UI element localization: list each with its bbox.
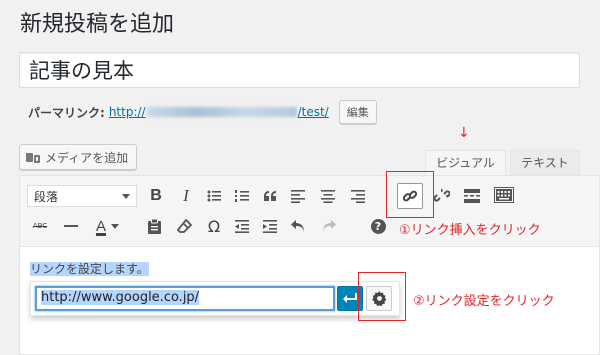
help-icon-label: ? <box>370 218 386 234</box>
bold-icon[interactable]: B <box>143 183 169 209</box>
toolbar-toggle-icon[interactable] <box>491 182 517 208</box>
paste-as-text-icon[interactable] <box>141 213 167 239</box>
annotation-step-1: ①リンク挿入をクリック <box>399 223 541 238</box>
link-url-value: http://www.google.co.jp/ <box>41 290 200 305</box>
editor-content[interactable]: リンクを設定します。 <box>30 260 149 277</box>
page-title: 新規投稿を追加 <box>20 12 175 37</box>
bullet-list-icon[interactable] <box>201 183 227 209</box>
italic-icon[interactable]: I <box>173 183 199 209</box>
redo-icon[interactable] <box>315 213 341 239</box>
tab-visual[interactable]: ビジュアル <box>425 150 506 175</box>
blurred-domain <box>146 107 297 117</box>
undo-icon[interactable] <box>285 213 311 239</box>
align-left-icon[interactable] <box>285 183 311 209</box>
text-color-dropdown-icon[interactable] <box>108 213 122 239</box>
read-more-icon[interactable] <box>459 183 485 209</box>
format-select-value: 段落 <box>34 189 59 204</box>
permalink-url-prefix: http:// <box>108 105 146 119</box>
selected-text: リンクを設定します。 <box>30 262 149 276</box>
inline-link-popup: http://www.google.co.jp/ <box>30 281 400 316</box>
annotation-arrow: ↓ <box>458 125 470 141</box>
annotation-box-link-button <box>386 171 434 218</box>
strikethrough-icon[interactable]: ABC <box>27 213 53 239</box>
blockquote-icon[interactable] <box>257 183 283 209</box>
media-icon <box>26 151 41 164</box>
chevron-down-icon <box>122 193 130 199</box>
post-title-input[interactable] <box>19 52 580 88</box>
outdent-icon[interactable] <box>229 213 255 239</box>
permalink-row: パーマリンク: http:// /test/ 編集 <box>28 100 377 124</box>
indent-icon[interactable] <box>257 213 283 239</box>
permalink-url-suffix: /test/ <box>297 105 329 119</box>
edit-permalink-button[interactable]: 編集 <box>338 100 377 124</box>
clear-formatting-icon[interactable] <box>171 213 197 239</box>
permalink-label: パーマリンク: <box>28 105 105 120</box>
format-select[interactable]: 段落 <box>27 185 137 207</box>
link-url-input[interactable]: http://www.google.co.jp/ <box>35 286 335 311</box>
align-right-icon[interactable] <box>345 183 371 209</box>
annotation-step-2: ②リンク設定をクリック <box>413 294 555 309</box>
add-media-button[interactable]: メディアを追加 <box>19 144 138 170</box>
align-center-icon[interactable] <box>315 183 341 209</box>
numbered-list-icon[interactable] <box>229 183 255 209</box>
annotation-box-settings-button <box>358 272 406 321</box>
add-media-label: メディアを追加 <box>45 150 129 165</box>
tab-text[interactable]: テキスト <box>510 150 580 175</box>
special-character-icon[interactable]: Ω <box>201 213 227 239</box>
horizontal-line-icon[interactable] <box>58 213 84 239</box>
enter-icon <box>343 293 357 303</box>
permalink-url-link[interactable]: http:// /test/ <box>109 105 329 119</box>
